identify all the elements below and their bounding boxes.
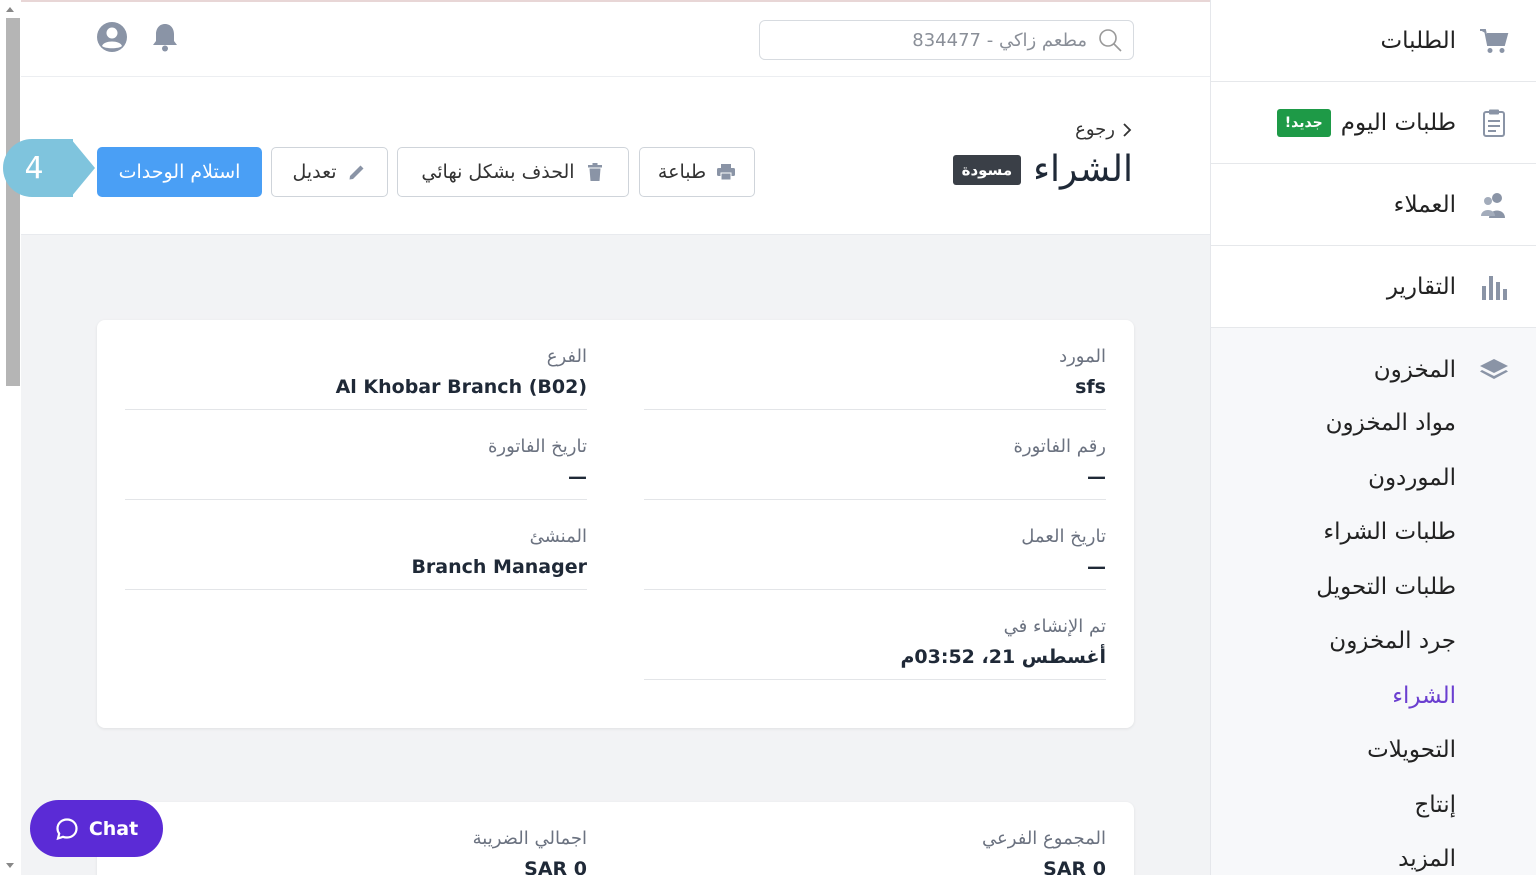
sidebar-item-reports[interactable]: التقارير (1211, 246, 1536, 328)
creator-field: المنشئ Branch Manager (125, 500, 587, 590)
bell-icon[interactable] (148, 20, 182, 54)
page-title-wrap: الشراء مسودة (952, 149, 1133, 190)
sidebar: الطلبات طلبات اليوم جديد! العملاء التقار… (1210, 0, 1536, 875)
sidebar-item-label: التقارير (1386, 273, 1456, 300)
invoice-number-field: رقم الفاتورة — (644, 410, 1106, 500)
edit-button[interactable]: تعديل (271, 147, 388, 197)
sidebar-item-today-orders[interactable]: طلبات اليوم جديد! (1211, 82, 1536, 164)
field-value: sfs (1075, 376, 1106, 398)
page-header: رجوع الشراء مسودة طباعة الحذف بشكل نهائي… (21, 77, 1210, 235)
field-label: اجمالي الضريبة (472, 828, 587, 849)
sidebar-subitem-suppliers[interactable]: الموردون (1211, 451, 1536, 506)
page-scrollbar[interactable] (0, 0, 21, 875)
step-marker: 4 (3, 139, 95, 197)
back-label: رجوع (1075, 119, 1115, 140)
supplier-field: المورد sfs (644, 320, 1106, 410)
invoice-date-field: تاريخ الفاتورة — (125, 410, 587, 500)
sidebar-subitem-transfer-orders[interactable]: طلبات التحويل (1211, 560, 1536, 615)
field-value: Al Khobar Branch (B02) (335, 376, 587, 398)
subtotal-field: المجموع الفرعي SAR 0 (644, 802, 1106, 875)
top-header (21, 0, 1210, 77)
sidebar-item-label: الطلبات (1380, 27, 1456, 54)
field-value: — (1087, 466, 1106, 488)
field-label: المنشئ (529, 526, 587, 547)
sidebar-subitem-inventory-items[interactable]: مواد المخزون (1211, 396, 1536, 451)
field-value: أغسطس 21، 03:52م (900, 646, 1106, 668)
cart-icon (1478, 25, 1510, 57)
field-label: تاريخ الفاتورة (487, 436, 587, 457)
tax-field: اجمالي الضريبة SAR 0 (125, 802, 587, 875)
bar-chart-icon (1478, 271, 1510, 303)
chevron-right-icon (1123, 122, 1132, 137)
sidebar-subitem-purchasing[interactable]: الشراء (1211, 669, 1536, 724)
field-value: Branch Manager (411, 556, 587, 578)
back-link[interactable]: رجوع (1075, 119, 1133, 140)
business-date-field: تاريخ العمل — (644, 500, 1106, 590)
sidebar-item-inventory[interactable]: المخزون (1211, 350, 1536, 390)
layers-icon (1478, 357, 1510, 383)
new-badge: جديد! (1276, 108, 1331, 137)
delete-button[interactable]: الحذف بشكل نهائي (397, 147, 629, 197)
sidebar-subitem-transfers[interactable]: التحويلات (1211, 723, 1536, 778)
print-button-label: طباعة (657, 161, 707, 183)
search-box[interactable] (759, 20, 1134, 60)
field-value: SAR 0 (1043, 858, 1106, 875)
purchase-details-card: المورد sfs الفرع Al Khobar Branch (B02) … (97, 320, 1134, 728)
sidebar-item-label: طلبات اليوم (1340, 109, 1456, 136)
printer-icon (717, 164, 736, 181)
sidebar-item-customers[interactable]: العملاء (1211, 164, 1536, 246)
sidebar-subitem-inventory-count[interactable]: جرد المخزون (1211, 614, 1536, 669)
sidebar-item-label: العملاء (1393, 191, 1456, 218)
sidebar-subitem-more[interactable]: المزيد (1211, 832, 1536, 875)
field-label: رقم الفاتورة (1013, 436, 1106, 457)
sidebar-item-orders[interactable]: الطلبات (1211, 0, 1536, 82)
field-label: تم الإنشاء في (1003, 616, 1106, 637)
trash-icon (587, 163, 602, 181)
field-value: SAR 0 (524, 858, 587, 875)
page-title: الشراء (1033, 149, 1133, 190)
chat-bubble-icon (56, 817, 78, 840)
sidebar-subitem-production[interactable]: إنتاج (1211, 778, 1536, 833)
sidebar-section-label: المخزون (1373, 357, 1456, 383)
branch-field: الفرع Al Khobar Branch (B02) (125, 320, 587, 410)
field-label: تاريخ العمل (1021, 526, 1106, 547)
sidebar-subitem-purchase-orders[interactable]: طلبات الشراء (1211, 505, 1536, 560)
status-badge: مسودة (952, 154, 1022, 185)
scroll-down-arrow[interactable] (6, 863, 14, 868)
pencil-icon (349, 165, 364, 180)
field-label: المجموع الفرعي (982, 828, 1106, 849)
created-at-field: تم الإنشاء في أغسطس 21، 03:52م (644, 590, 1106, 680)
scroll-thumb[interactable] (6, 18, 20, 386)
field-value: — (568, 466, 587, 488)
search-icon (1099, 29, 1122, 52)
receive-items-button[interactable]: استلام الوحدات (97, 147, 262, 197)
field-label: الفرع (546, 346, 587, 367)
receive-items-label: استلام الوحدات (118, 161, 241, 183)
field-value: — (1087, 556, 1106, 578)
field-label: المورد (1059, 346, 1106, 367)
inventory-section: المخزون مواد المخزون الموردون طلبات الشر… (1211, 328, 1536, 875)
totals-card: المجموع الفرعي SAR 0 اجمالي الضريبة SAR … (97, 802, 1134, 875)
chat-label: Chat (88, 817, 139, 840)
edit-button-label: تعديل (292, 161, 337, 183)
chat-button[interactable]: Chat (30, 800, 163, 857)
search-input[interactable] (787, 29, 1087, 51)
delete-button-label: الحذف بشكل نهائي (421, 161, 575, 183)
users-icon (1478, 189, 1510, 221)
clipboard-icon (1478, 107, 1510, 139)
scroll-up-arrow[interactable] (6, 7, 14, 12)
print-button[interactable]: طباعة (639, 147, 755, 197)
user-circle-icon[interactable] (95, 20, 129, 54)
